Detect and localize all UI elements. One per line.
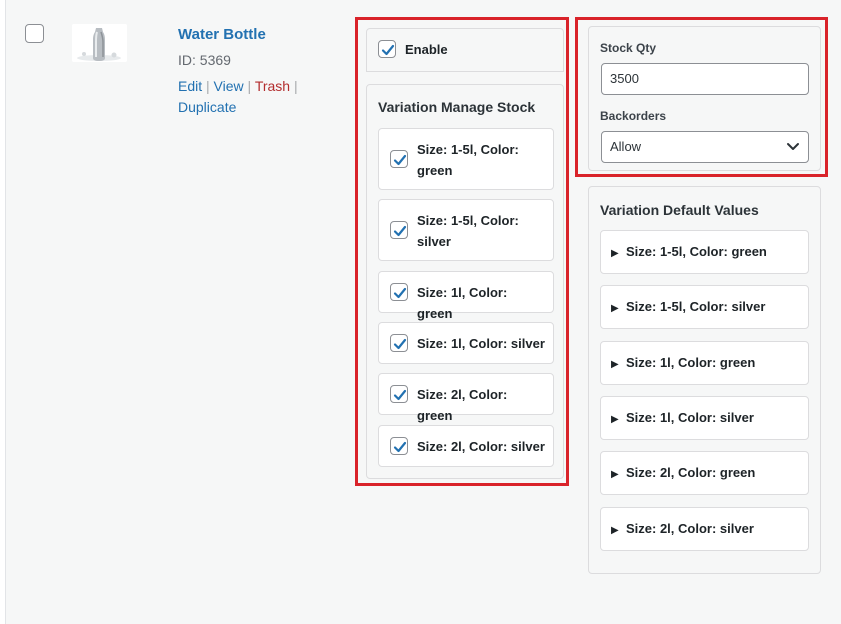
disclosure-triangle-icon: ▶ bbox=[611, 525, 619, 536]
product-id: ID: 5369 bbox=[178, 52, 231, 68]
default-value-label: Size: 2l, Color: silver bbox=[626, 521, 754, 536]
default-value-label: Size: 1l, Color: green bbox=[626, 355, 756, 370]
default-value-item[interactable]: ▶ Size: 1-5l, Color: green bbox=[600, 230, 809, 274]
default-value-label: Size: 1l, Color: silver bbox=[626, 410, 754, 425]
highlight-box-stock-qty bbox=[575, 17, 828, 177]
section-title: Variation Default Values bbox=[600, 202, 759, 218]
variation-default-values-panel: Variation Default Values ▶ Size: 1-5l, Co… bbox=[588, 186, 821, 574]
disclosure-triangle-icon: ▶ bbox=[611, 303, 619, 314]
default-value-item[interactable]: ▶ Size: 2l, Color: green bbox=[600, 451, 809, 495]
disclosure-triangle-icon: ▶ bbox=[611, 414, 619, 425]
highlight-box-manage-stock bbox=[355, 17, 569, 486]
default-value-item[interactable]: ▶ Size: 1l, Color: green bbox=[600, 341, 809, 385]
separator: | bbox=[206, 78, 210, 94]
duplicate-link[interactable]: Duplicate bbox=[178, 99, 236, 115]
product-name-link[interactable]: Water Bottle bbox=[178, 26, 266, 43]
default-value-item[interactable]: ▶ Size: 2l, Color: silver bbox=[600, 507, 809, 551]
disclosure-triangle-icon: ▶ bbox=[611, 469, 619, 480]
default-value-item[interactable]: ▶ Size: 1-5l, Color: silver bbox=[600, 285, 809, 329]
separator: | bbox=[293, 78, 298, 94]
default-value-label: Size: 1-5l, Color: silver bbox=[626, 299, 766, 314]
view-link[interactable]: View bbox=[214, 78, 244, 94]
row-actions: Edit | View | Trash | Duplicate bbox=[178, 76, 318, 118]
edit-link[interactable]: Edit bbox=[178, 78, 202, 94]
default-value-label: Size: 2l, Color: green bbox=[626, 465, 756, 480]
row-select-checkbox[interactable] bbox=[25, 24, 44, 43]
default-value-item[interactable]: ▶ Size: 1l, Color: silver bbox=[600, 396, 809, 440]
disclosure-triangle-icon: ▶ bbox=[611, 359, 619, 370]
default-value-label: Size: 1-5l, Color: green bbox=[626, 244, 767, 259]
separator: | bbox=[247, 78, 252, 94]
disclosure-triangle-icon: ▶ bbox=[611, 248, 619, 259]
product-thumbnail[interactable] bbox=[72, 24, 127, 62]
trash-link[interactable]: Trash bbox=[255, 78, 290, 94]
